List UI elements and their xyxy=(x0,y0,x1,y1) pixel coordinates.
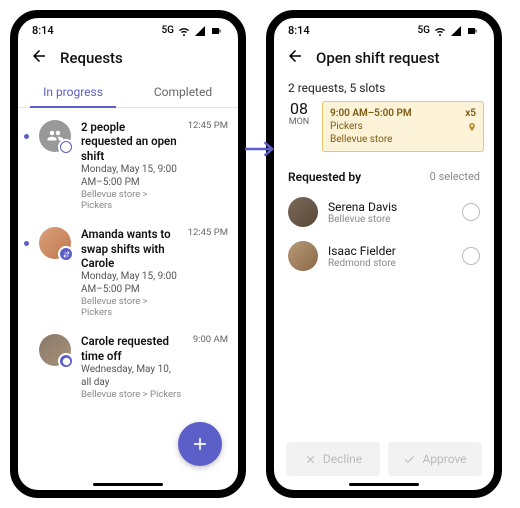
selected-count: 0 selected xyxy=(430,170,480,184)
person-location: Redmond store xyxy=(328,258,452,269)
select-radio[interactable] xyxy=(462,203,480,221)
item-time: 12:45 PM xyxy=(188,227,228,318)
requested-by-header: Requested by 0 selected xyxy=(274,160,494,190)
avatar xyxy=(39,120,71,152)
person-location: Bellevue store xyxy=(328,214,452,225)
avatar xyxy=(39,334,71,366)
check-icon xyxy=(403,453,416,466)
requested-by-label: Requested by xyxy=(288,170,361,184)
item-subtitle: Monday, May 15, 9:00 AM–5:00 PM xyxy=(81,270,178,296)
item-location: Bellevue store > Pickers xyxy=(81,389,183,400)
unread-dot xyxy=(24,134,29,139)
plus-icon xyxy=(190,434,210,454)
signal-icon xyxy=(194,25,206,37)
battery-icon xyxy=(210,25,224,37)
status-bar: 8:14 5G xyxy=(18,18,238,39)
select-radio[interactable] xyxy=(462,247,480,265)
open-shift-badge-icon xyxy=(58,139,74,155)
item-title: Amanda wants to swap shifts with Carole xyxy=(81,227,178,270)
shift-row: 08 MON 9:00 AM–5:00 PM x5 Pickers Bellev… xyxy=(274,101,494,160)
person-row[interactable]: Isaac Fielder Redmond store xyxy=(274,234,494,278)
item-location: Bellevue store > Pickers xyxy=(81,189,178,211)
wifi-icon xyxy=(434,25,446,37)
decline-button[interactable]: Decline xyxy=(286,442,380,476)
add-button[interactable] xyxy=(178,422,222,466)
list-item[interactable]: 2 people requested an open shift Monday,… xyxy=(18,112,238,219)
item-subtitle: Wednesday, May 10, all day xyxy=(81,363,183,389)
back-icon[interactable] xyxy=(30,47,48,69)
tab-completed[interactable]: Completed xyxy=(128,77,238,107)
person-name: Isaac Fielder xyxy=(328,244,452,258)
signal-icon xyxy=(450,25,462,37)
phone-open-shift: 8:14 5G Open shift request 2 requests, 5… xyxy=(266,10,502,498)
avatar xyxy=(288,197,318,227)
phone-requests: 8:14 5G Requests In progress Completed xyxy=(10,10,246,498)
date-number: 08 xyxy=(284,101,314,117)
shift-team: Pickers xyxy=(330,120,476,133)
avatar xyxy=(39,227,71,259)
date-day: MON xyxy=(284,117,314,127)
item-location: Bellevue store > Pickers xyxy=(81,296,178,318)
item-time: 9:00 AM xyxy=(193,334,228,400)
home-indicator xyxy=(93,483,163,486)
status-bar: 8:14 5G xyxy=(274,18,494,39)
person-name: Serena Davis xyxy=(328,200,452,214)
item-subtitle: Monday, May 15, 9:00 AM–5:00 PM xyxy=(81,163,178,189)
swap-badge-icon xyxy=(58,246,74,262)
battery-icon xyxy=(466,25,480,37)
wifi-icon xyxy=(178,25,190,37)
shift-time: 9:00 AM–5:00 PM xyxy=(330,107,412,120)
shift-count: x5 xyxy=(465,107,476,120)
item-title: 2 people requested an open shift xyxy=(81,120,178,163)
page-title: Requests xyxy=(60,49,123,67)
header: Requests xyxy=(18,39,238,77)
action-bar: Decline Approve xyxy=(274,442,494,476)
page-title: Open shift request xyxy=(316,49,440,67)
unread-dot xyxy=(24,241,29,246)
item-title: Carole requested time off xyxy=(81,334,183,363)
header: Open shift request xyxy=(274,39,494,77)
approve-button[interactable]: Approve xyxy=(388,442,482,476)
clock: 8:14 xyxy=(32,24,54,37)
status-icons: 5G xyxy=(418,25,481,37)
back-icon[interactable] xyxy=(286,47,304,69)
status-icons: 5G xyxy=(162,25,225,37)
avatar xyxy=(288,241,318,271)
summary-text: 2 requests, 5 slots xyxy=(274,77,494,101)
close-icon xyxy=(304,453,317,466)
shift-location: Bellevue store xyxy=(330,133,476,146)
home-indicator xyxy=(349,483,419,486)
list-item[interactable]: Amanda wants to swap shifts with Carole … xyxy=(18,219,238,326)
list-item[interactable]: Carole requested time off Wednesday, May… xyxy=(18,326,238,408)
item-time: 12:45 PM xyxy=(188,120,228,211)
person-row[interactable]: Serena Davis Bellevue store xyxy=(274,190,494,234)
date-column: 08 MON xyxy=(284,101,314,152)
shift-card[interactable]: 9:00 AM–5:00 PM x5 Pickers Bellevue stor… xyxy=(322,101,484,152)
clock: 8:14 xyxy=(288,24,310,37)
timeoff-badge-icon xyxy=(58,353,74,369)
tabs: In progress Completed xyxy=(18,77,238,108)
tab-in-progress[interactable]: In progress xyxy=(18,77,128,107)
location-pin-icon xyxy=(467,122,477,136)
flow-arrow-icon xyxy=(245,140,279,162)
